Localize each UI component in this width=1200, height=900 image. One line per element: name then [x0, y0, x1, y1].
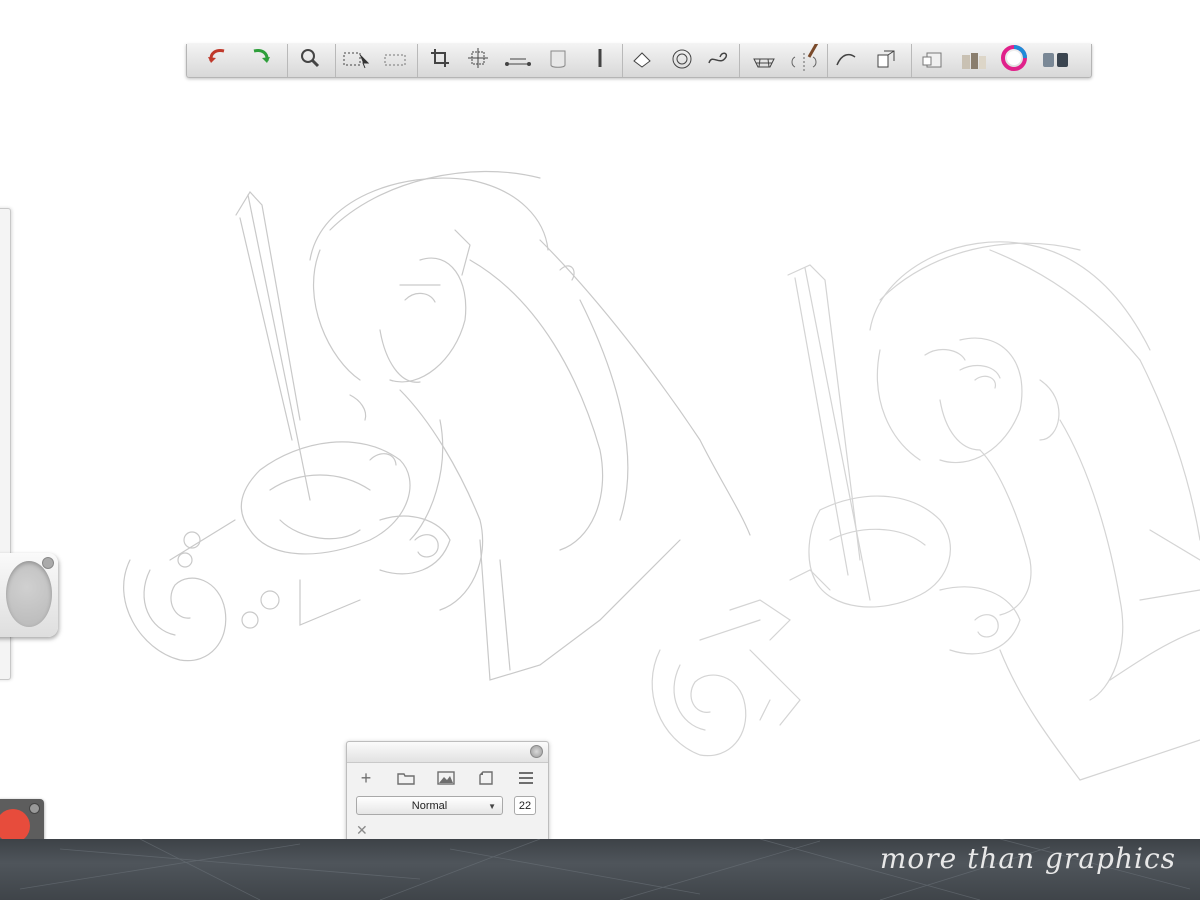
ellipse-guide-icon[interactable] [669, 46, 695, 70]
ruler-icon[interactable] [629, 46, 655, 70]
undo-icon[interactable] [205, 46, 231, 70]
layers-panel-titlebar[interactable] [347, 742, 548, 763]
toolbar-separator [827, 44, 828, 77]
toolbar-separator [622, 44, 623, 77]
color-wheel-icon[interactable] [999, 45, 1029, 71]
current-color-well[interactable] [6, 561, 52, 627]
transform-icon[interactable] [465, 46, 491, 70]
crop-icon[interactable] [427, 46, 453, 70]
toolbar-separator [335, 44, 336, 77]
folder-icon[interactable] [395, 768, 417, 788]
stroke-icon[interactable] [833, 46, 859, 70]
blend-mode-select[interactable]: Normal ▼ [356, 796, 503, 815]
brush-library-icon[interactable] [957, 46, 991, 70]
add-layer-icon[interactable]: + [355, 768, 377, 788]
sketch-violinist-rough [123, 170, 751, 681]
sketch-violinist-clean [651, 241, 1200, 781]
bucket-icon[interactable] [545, 46, 571, 70]
layer-menu-icon[interactable] [515, 768, 537, 788]
zoom-icon[interactable] [297, 46, 323, 70]
opacity-field[interactable]: 22 [514, 796, 536, 815]
brand-tagline: more than graphics [879, 842, 1176, 875]
toolbar-separator [911, 44, 912, 77]
brand-banner: more than graphics [0, 839, 1200, 900]
puck-close-icon[interactable] [42, 557, 54, 569]
toolbar-separator [287, 44, 288, 77]
perspective-grid-icon[interactable] [749, 46, 779, 70]
perspective-icon[interactable] [503, 46, 533, 70]
blend-mode-value: Normal [411, 800, 448, 812]
flipbook-icon[interactable] [873, 46, 899, 70]
toolbar-separator [739, 44, 740, 77]
select-icon[interactable] [341, 46, 371, 70]
french-curve-icon[interactable] [705, 46, 731, 70]
layers-panel: + Normal ▼ 22 ✕ [346, 741, 549, 853]
layers-icon[interactable] [919, 46, 945, 70]
record-button-icon[interactable] [0, 809, 30, 843]
layer-visibility-icon[interactable]: ✕ [356, 822, 368, 839]
toolbar-separator [417, 44, 418, 77]
redo-icon[interactable] [247, 46, 273, 70]
drawing-canvas[interactable] [0, 0, 1200, 840]
duplicate-layer-icon[interactable] [475, 768, 497, 788]
swatches-icon[interactable] [1039, 46, 1073, 70]
lasso-select-icon[interactable] [381, 46, 411, 70]
text-icon[interactable] [587, 46, 613, 70]
color-puck[interactable] [0, 553, 58, 637]
close-icon[interactable] [530, 745, 543, 758]
chevron-down-icon: ▼ [488, 802, 496, 811]
symmetry-icon[interactable] [787, 44, 821, 71]
image-layer-icon[interactable] [435, 768, 457, 788]
record-close-icon[interactable] [29, 803, 40, 814]
main-toolbar [186, 44, 1092, 78]
